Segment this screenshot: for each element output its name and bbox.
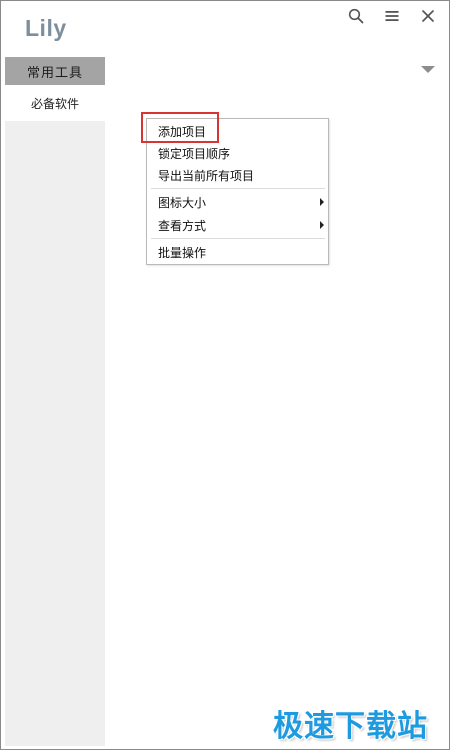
menu-item-lock-order[interactable]: 锁定项目顺序: [158, 144, 326, 162]
menu-item-add-item[interactable]: 添加项目: [158, 122, 326, 140]
menu-item-label: 图标大小: [158, 195, 207, 210]
menu-item-view-mode[interactable]: 查看方式: [158, 216, 326, 234]
submenu-arrow-icon: [320, 198, 324, 206]
context-menu: 添加项目 锁定项目顺序 导出当前所有项目 图标大小 查看方式 批量操作: [146, 118, 329, 265]
menu-separator: [151, 238, 325, 239]
search-icon[interactable]: [345, 5, 367, 27]
menu-item-label: 批量操作: [158, 245, 207, 260]
menu-separator: [151, 188, 325, 189]
sidebar: [5, 86, 105, 746]
app-window: Lily 常用工具 必备软件 添加项目 锁定项目顺序 导出当前所有项目 图标大小…: [0, 0, 450, 750]
title-bar-controls: [345, 5, 439, 27]
chevron-down-icon[interactable]: [421, 66, 435, 73]
app-title: Lily: [25, 15, 67, 41]
menu-item-label: 锁定项目顺序: [158, 146, 231, 161]
menu-item-icon-size[interactable]: 图标大小: [158, 193, 326, 211]
menu-icon[interactable]: [381, 5, 403, 27]
sidebar-item-essential-software[interactable]: 必备软件: [5, 86, 105, 121]
close-icon[interactable]: [417, 5, 439, 27]
menu-item-batch-operation[interactable]: 批量操作: [158, 243, 326, 261]
category-tab[interactable]: 常用工具: [5, 57, 105, 85]
menu-item-label: 查看方式: [158, 218, 207, 233]
menu-item-export-all[interactable]: 导出当前所有项目: [158, 166, 326, 184]
submenu-arrow-icon: [320, 221, 324, 229]
menu-item-label: 添加项目: [158, 124, 207, 139]
watermark: 极速下载站: [273, 709, 428, 744]
menu-item-label: 导出当前所有项目: [158, 168, 255, 183]
